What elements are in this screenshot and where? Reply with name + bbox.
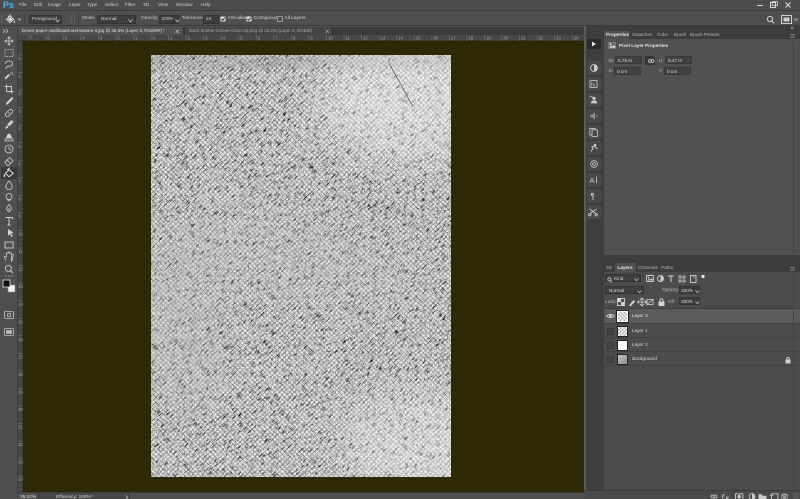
svg-text:4: 4	[223, 36, 226, 41]
svg-text:7: 7	[30, 36, 33, 41]
svg-text:1: 1	[135, 36, 138, 41]
svg-text:5: 5	[65, 36, 68, 41]
svg-text:7: 7	[275, 36, 278, 41]
svg-text:8: 8	[18, 196, 21, 201]
svg-text:6: 6	[18, 161, 21, 166]
svg-text:8: 8	[293, 36, 296, 41]
svg-text:4: 4	[18, 126, 21, 131]
svg-text:0: 0	[18, 56, 21, 61]
svg-text:A: A	[590, 176, 595, 185]
svg-text:3: 3	[205, 36, 208, 41]
svg-text:3: 3	[100, 36, 103, 41]
svg-text:6: 6	[258, 36, 261, 41]
svg-text:3: 3	[18, 109, 21, 114]
svg-text:2: 2	[188, 36, 191, 41]
svg-text:9: 9	[18, 214, 21, 219]
svg-text:5: 5	[240, 36, 243, 41]
svg-text:¶: ¶	[591, 192, 595, 201]
svg-text:1: 1	[170, 36, 173, 41]
svg-text:2: 2	[117, 36, 120, 41]
svg-text:1: 1	[18, 74, 21, 79]
svg-text:7: 7	[18, 179, 21, 184]
svg-text:2: 2	[18, 91, 21, 96]
svg-text:fx: fx	[591, 82, 596, 88]
svg-text:5: 5	[18, 144, 21, 149]
svg-text:9: 9	[310, 36, 313, 41]
svg-text:11: 11	[346, 36, 351, 41]
svg-text:0: 0	[153, 36, 156, 41]
svg-text:6: 6	[47, 36, 50, 41]
svg-text:4: 4	[82, 36, 85, 41]
